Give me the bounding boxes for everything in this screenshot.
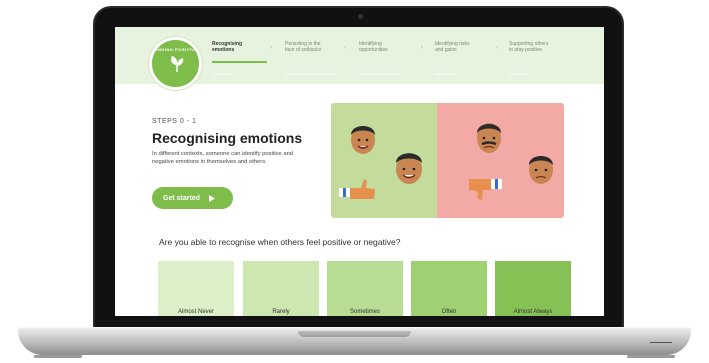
answer-label: Almost Always (513, 309, 553, 315)
nav-active-underline (212, 61, 267, 63)
get-started-label: Get started (163, 194, 200, 202)
chevron-right-icon: › (344, 45, 346, 51)
nav-progress-marker (212, 73, 232, 75)
laptop-foot (34, 355, 82, 358)
webcam (358, 14, 363, 19)
play-triangle-icon (208, 194, 215, 202)
answer-label: Rarely (272, 309, 290, 315)
nav-item-supporting-others[interactable]: Supporting others to stay positive (509, 41, 548, 53)
answer-label: Often (441, 309, 457, 315)
answer-label: Sometimes (349, 309, 380, 315)
answer-option-often[interactable]: Often (411, 261, 487, 316)
laptop-indicator (650, 342, 672, 343)
answer-label: Almost Never (177, 309, 214, 315)
thumbs-up-icon (339, 179, 375, 199)
leaf-icon (171, 56, 184, 72)
chevron-right-icon: › (270, 45, 272, 51)
answer-option-almost-always[interactable]: Almost Always (495, 261, 571, 316)
chevron-right-icon: › (496, 45, 498, 51)
page-title: Recognising emotions (152, 130, 303, 146)
answer-option-sometimes[interactable]: Sometimes (327, 261, 403, 316)
laptop-mockup: FINDING POSITIVE Recognising emotions › … (0, 0, 709, 363)
nav-progress-marker (435, 73, 455, 75)
laptop-foot (627, 355, 675, 358)
site-logo[interactable]: FINDING POSITIVE (149, 37, 202, 90)
site-header: FINDING POSITIVE Recognising emotions › … (115, 27, 604, 90)
sad-face-icon (477, 123, 501, 153)
happy-face-icon (351, 126, 375, 154)
nav-item-persisting[interactable]: Persisting in the face of setbacks (285, 41, 321, 53)
laptop-screen: FINDING POSITIVE Recognising emotions › … (115, 27, 604, 316)
happy-face-icon (396, 153, 422, 184)
nav-progress-marker (285, 73, 335, 75)
logo-text: FINDING POSITIVE (153, 47, 198, 52)
get-started-button[interactable]: Get started (152, 187, 233, 209)
quiz-question: Are you able to recognise when others fe… (159, 237, 401, 247)
laptop-notch (298, 331, 411, 337)
answer-option-almost-never[interactable]: Almost Never (158, 261, 234, 316)
page-description: In different contexts, someone can ident… (152, 151, 294, 165)
steps-label: STEPS 0 - 1 (152, 118, 197, 125)
nav-item-identifying-opportunities[interactable]: Identifying opportunities (359, 41, 388, 53)
nav-item-recognising-emotions[interactable]: Recognising emotions (212, 41, 242, 53)
thumbs-down-icon (469, 179, 502, 200)
answer-option-rarely[interactable]: Rarely (243, 261, 319, 316)
sad-face-icon (529, 156, 553, 184)
nav-progress-marker (359, 73, 399, 75)
nav-progress-marker (509, 73, 529, 75)
emotions-illustration (331, 103, 564, 218)
people-faces-graphic (339, 123, 553, 200)
nav-item-identifying-risks[interactable]: Identifying risks and gains (435, 41, 469, 53)
chevron-right-icon: › (421, 45, 423, 51)
